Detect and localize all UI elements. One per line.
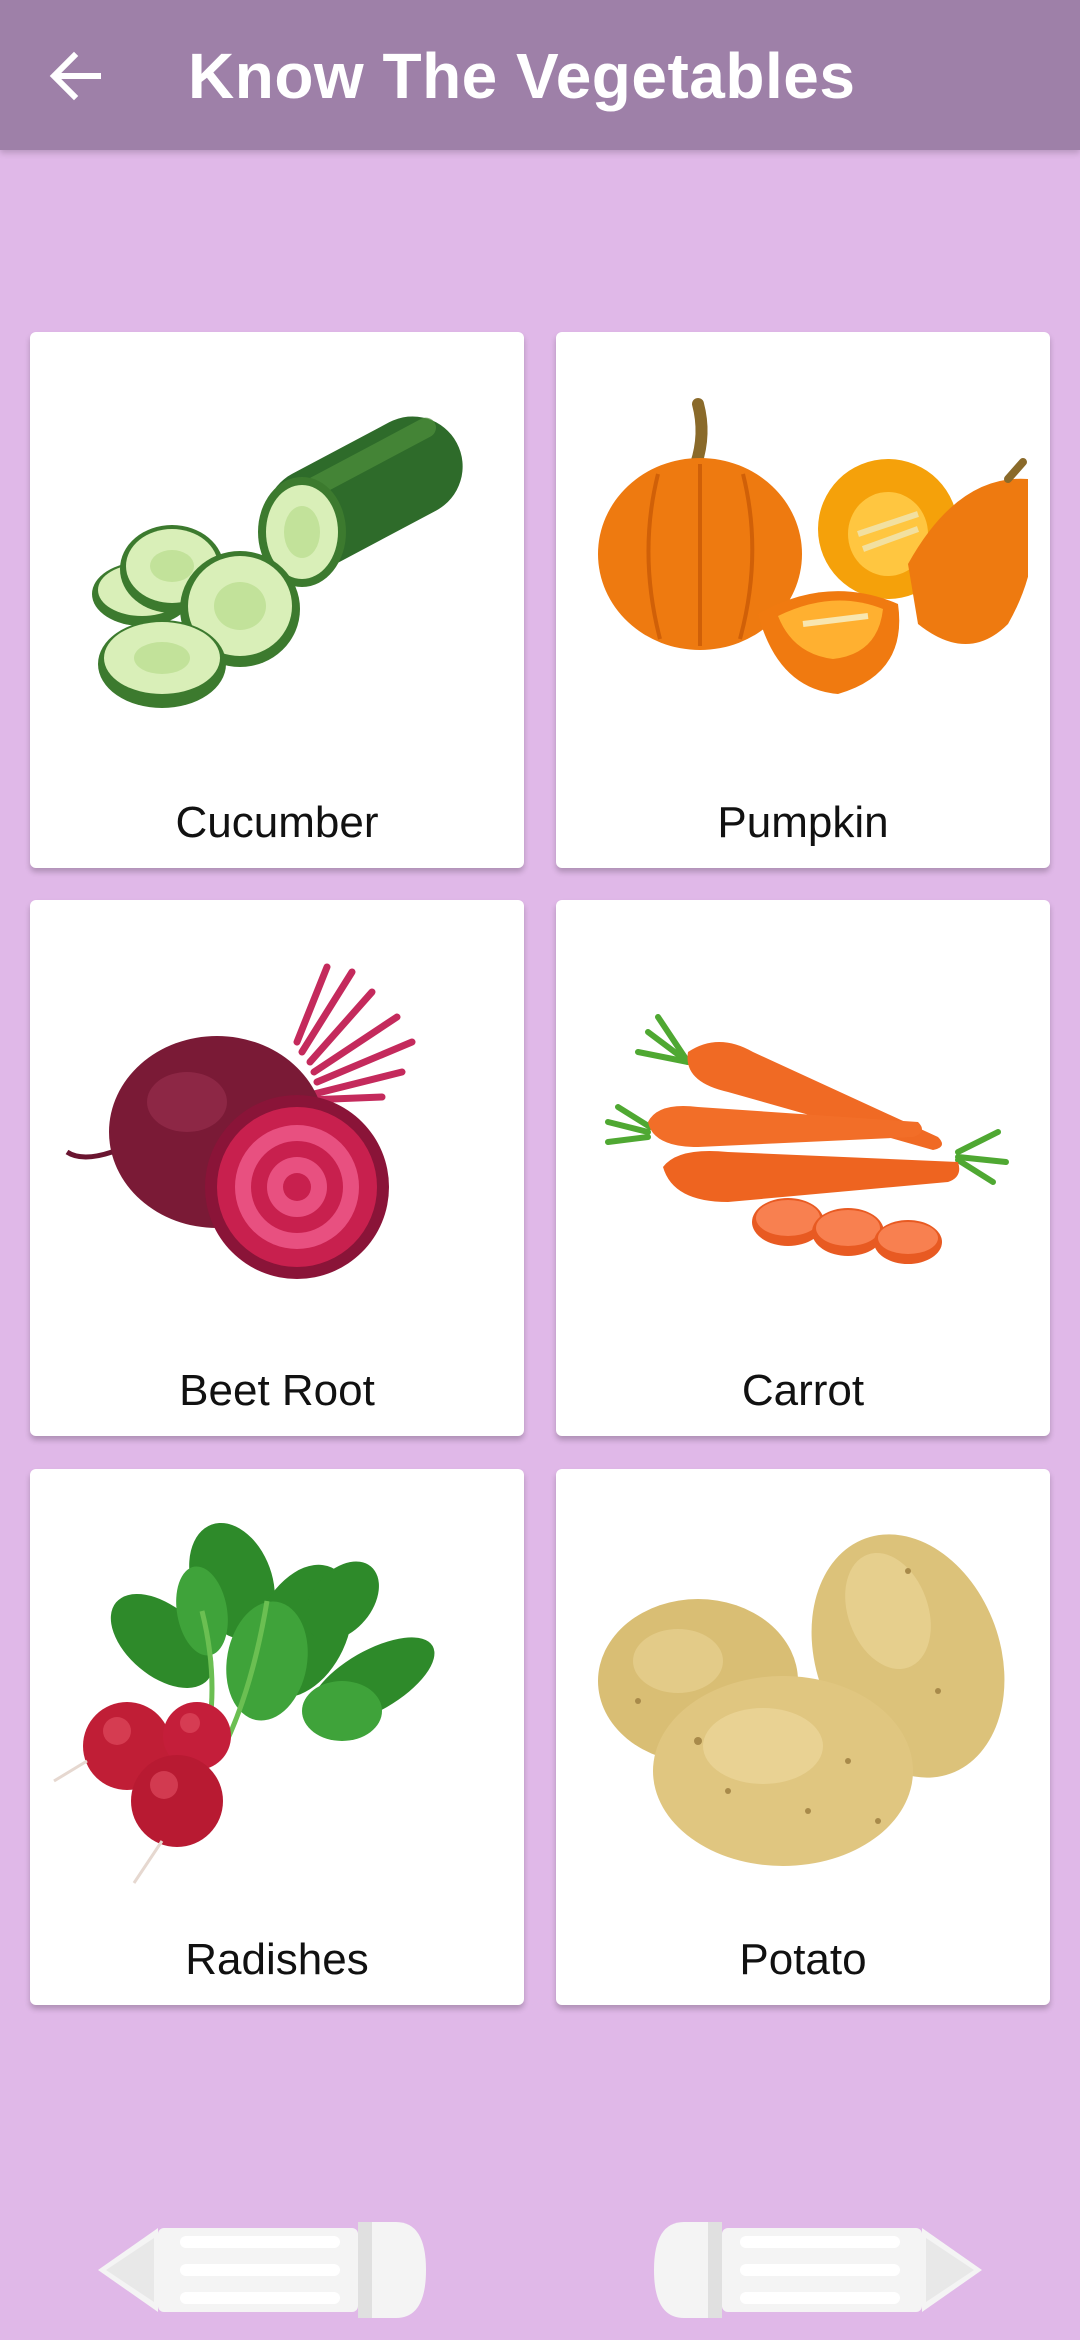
previous-button[interactable] [96, 2220, 426, 2320]
pencil-arrow-left-icon [98, 2222, 426, 2318]
vegetable-label: Radishes [185, 1935, 369, 1984]
pencil-arrow-right-icon [654, 2222, 982, 2318]
vegetable-label: Potato [739, 1935, 867, 1984]
carrot-image [605, 1014, 1009, 1264]
back-button[interactable] [36, 36, 116, 116]
next-button[interactable] [654, 2220, 984, 2320]
beetroot-image [65, 963, 416, 1279]
vegetable-card-carrot[interactable]: Carrot [556, 900, 1050, 1436]
pumpkin-image [598, 398, 1028, 694]
app-bar: Know The Vegetables [0, 0, 1080, 150]
cucumber-image [92, 416, 463, 708]
vegetable-label: Cucumber [175, 798, 379, 847]
vegetable-label: Pumpkin [717, 798, 889, 847]
vegetable-label: Beet Root [179, 1366, 375, 1415]
arrow-left-icon [49, 51, 101, 101]
vegetable-card-cucumber[interactable]: Cucumber [30, 332, 524, 868]
radishes-image [53, 1522, 435, 1884]
vegetable-card-pumpkin[interactable]: Pumpkin [556, 332, 1050, 868]
vegetable-card-radishes[interactable]: Radishes [30, 1469, 524, 2005]
page-title: Know The Vegetables [188, 40, 856, 112]
vegetable-card-beetroot[interactable]: Beet Root [30, 900, 524, 1436]
vegetable-card-potato[interactable]: Potato [556, 1469, 1050, 2005]
vegetable-label: Carrot [741, 1366, 865, 1415]
potato-image [598, 1534, 1005, 1866]
